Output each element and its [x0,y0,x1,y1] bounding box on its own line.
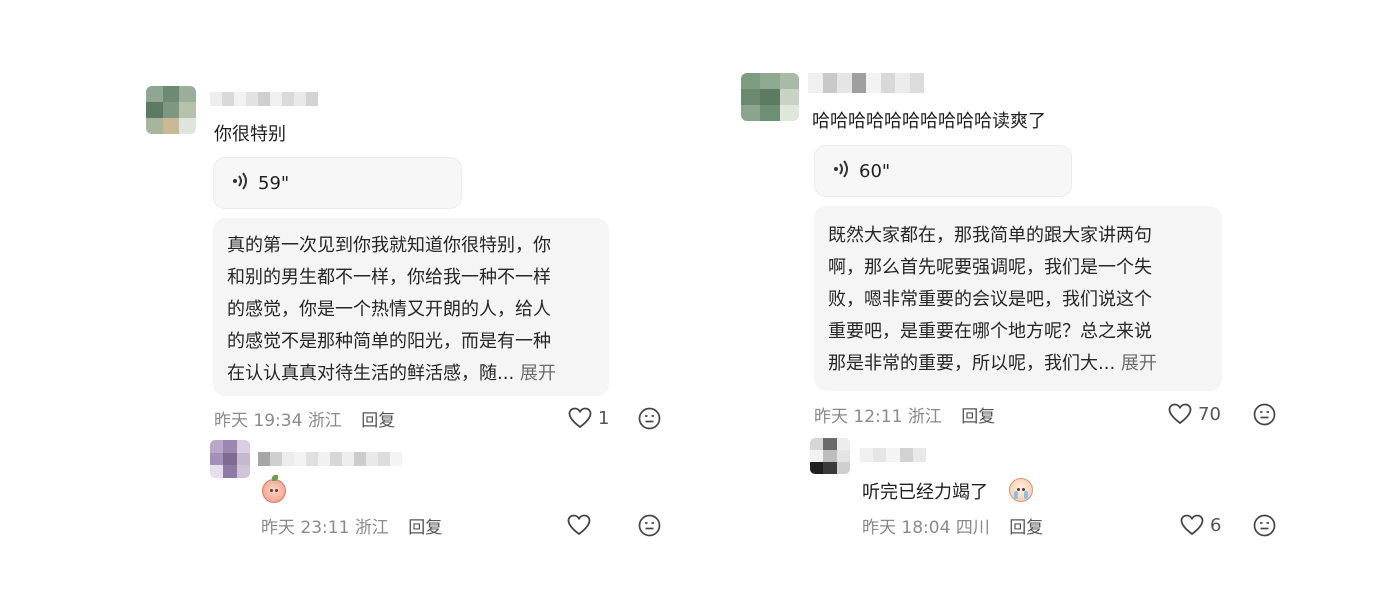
commenter-avatar[interactable] [741,73,799,121]
reply-location: 四川 [955,518,990,538]
transcript-line: 败，嗯非常重要的会议是吧，我们说这个 [828,289,1152,310]
right-comment-panel: 哈哈哈哈哈哈哈哈哈哈读爽了 60" 既然大家都在，那我简单的跟大家讲两句 啊，那… [700,0,1400,616]
heart-outline-icon [568,407,592,429]
comment-location: 浙江 [907,407,942,427]
transcript-line: 啊，那么首先呢要强调呢，我们是一个失 [828,257,1152,278]
crying-face-emoji [1009,478,1033,502]
reply-text: 听完已经力竭了 [862,478,988,504]
like-button[interactable]: 1 [568,407,609,429]
expand-link[interactable]: 展开 [520,363,556,384]
reply-username[interactable] [258,452,402,466]
heart-outline-icon [1180,514,1204,536]
comment-text: 哈哈哈哈哈哈哈哈哈哈读爽了 [812,111,1046,132]
reply-username[interactable] [860,448,926,462]
peach-face-emoji [262,475,286,503]
comment-time: 昨天 19:34 [214,411,303,431]
like-button[interactable]: 70 [1168,403,1221,425]
reply-button[interactable]: 回复 [1009,518,1043,538]
transcript-line-last: 在认认真真对待生活的鲜活感，随... [227,363,515,384]
like-count: 6 [1210,514,1222,536]
reply-meta: 昨天 18:04 四川 回复 [862,513,1043,538]
reply-text-content: 听完已经力竭了 [862,482,988,503]
reply-button[interactable]: 回复 [961,407,995,427]
like-button[interactable]: 6 [1180,514,1221,536]
commenter-username[interactable] [808,73,924,93]
sound-wave-icon [833,160,849,182]
transcript-line: 真的第一次见到你我就知道你很特别，你 [227,235,551,256]
neutral-face-icon[interactable] [1253,514,1276,537]
transcript-line: 既然大家都在，那我简单的跟大家讲两句 [828,225,1152,246]
voice-transcript: 真的第一次见到你我就知道你很特别，你 和别的男生都不一样，你给我一种不一样 的感… [213,218,609,396]
comment-text: 你很特别 [214,124,286,145]
comment-meta: 昨天 12:11 浙江 回复 [814,402,995,427]
voice-message[interactable]: 60" [814,145,1072,197]
reply-location: 浙江 [354,518,389,538]
voice-duration: 59" [258,172,290,194]
voice-transcript: 既然大家都在，那我简单的跟大家讲两句 啊，那么首先呢要强调呢，我们是一个失 败，… [814,206,1222,391]
commenter-username[interactable] [210,92,318,106]
neutral-face-icon[interactable] [1253,403,1276,426]
heart-outline-icon [1168,403,1192,425]
reply-avatar[interactable] [210,440,250,478]
like-count: 1 [598,407,610,429]
sound-wave-icon [232,172,248,194]
transcript-line: 和别的男生都不一样，你给我一种不一样 [227,267,551,288]
voice-duration: 60" [859,160,891,182]
transcript-line: 重要吧，是重要在哪个地方呢？总之来说 [828,321,1152,342]
comment-time: 昨天 12:11 [814,407,903,427]
neutral-face-icon[interactable] [638,514,661,537]
transcript-line: 的感觉，你是一个热情又开朗的人，给人 [227,299,551,320]
reply-time: 昨天 23:11 [261,518,350,538]
transcript-line: 的感觉不是那种简单的阳光，而是有一种 [227,331,551,352]
neutral-face-icon[interactable] [638,407,661,430]
reply-button[interactable]: 回复 [361,411,395,431]
transcript-line: 在认认真真对待生活的鲜活感，随... 展开 [227,358,595,390]
heart-outline-icon [567,514,591,536]
reply-meta: 昨天 23:11 浙江 回复 [261,513,442,538]
reply-time: 昨天 18:04 [862,518,951,538]
commenter-avatar[interactable] [146,86,196,134]
voice-message[interactable]: 59" [213,157,462,209]
comment-meta: 昨天 19:34 浙江 回复 [214,406,395,431]
transcript-line-last: 那是非常的重要，所以呢，我们大... [828,353,1116,374]
like-button[interactable] [567,514,597,536]
reply-button[interactable]: 回复 [408,518,442,538]
left-comment-panel: 你很特别 59" 真的第一次见到你我就知道你很特别，你 和别的男生都不一样，你给… [0,0,700,616]
like-count: 70 [1198,403,1221,425]
transcript-line: 那是非常的重要，所以呢，我们大... 展开 [828,348,1208,380]
reply-avatar[interactable] [810,438,850,474]
expand-link[interactable]: 展开 [1121,353,1157,374]
comment-location: 浙江 [307,411,342,431]
